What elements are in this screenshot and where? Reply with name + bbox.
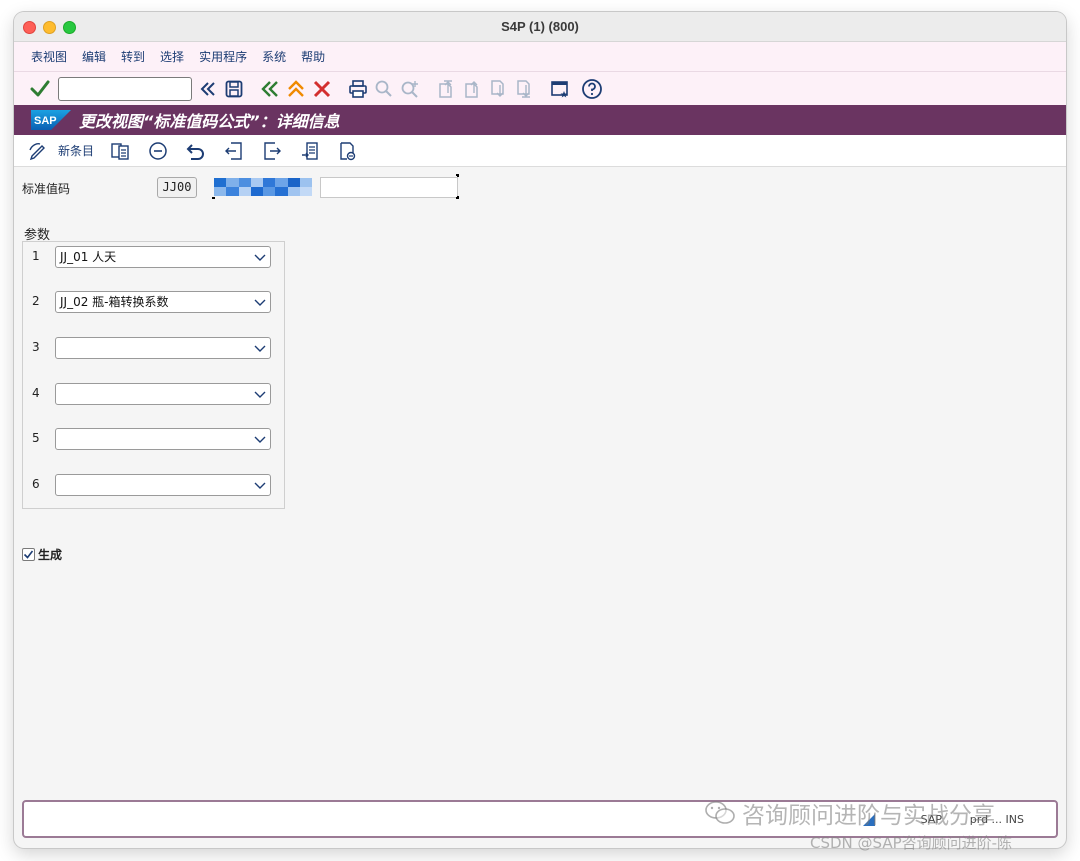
param-row: 3 [23,337,284,359]
menu-selection[interactable]: 选择 [160,48,184,65]
param-row: 6 [23,474,284,496]
help-icon[interactable] [580,77,604,101]
cancel-icon[interactable] [310,77,334,101]
param-select-2[interactable]: JJ_02 瓶-箱转换系数 [55,291,271,313]
param-value: JJ_02 瓶-箱转换系数 [60,295,169,309]
select-all-icon[interactable] [298,139,322,163]
param-row: 5 [23,428,284,450]
field-marker [212,196,215,199]
param-number: 4 [32,386,40,400]
param-select-1[interactable]: JJ_01 人天 [55,246,271,268]
screen-title-bar: SAP 更改视图“标准值码公式”：详细信息 [14,105,1066,135]
param-select-5[interactable] [55,428,271,450]
generate-label: 生成 [38,548,63,562]
svg-text:SAP: SAP [34,115,57,127]
std-value-key-field: JJ00 [157,177,197,198]
new-entries-button[interactable]: 新条目 [58,142,94,159]
checkmark-icon [23,550,34,559]
confirm-check-icon[interactable] [28,77,52,101]
window-title: S4P (1) (800) [501,19,579,34]
save-icon[interactable] [222,77,246,101]
chevron-down-icon [254,436,266,443]
generate-option: 生成 [22,546,62,563]
sap-logo: SAP [31,110,71,130]
last-page-icon [512,77,536,101]
watermark-main: 咨询顾问进阶与实战分享 [704,796,995,830]
first-page-icon [434,77,458,101]
chevron-down-icon [254,345,266,352]
application-toolbar: 新条目 [14,135,1066,167]
field-marker [456,174,459,177]
back-icon[interactable] [258,77,282,101]
param-number: 3 [32,340,40,354]
next-entry-icon[interactable] [260,139,284,163]
param-row: 4 [23,383,284,405]
generate-checkbox[interactable] [22,548,35,561]
redacted-description [214,178,312,196]
chevron-down-icon [254,391,266,398]
menu-table-view[interactable]: 表视图 [31,48,67,65]
screen-title: 更改视图“标准值码公式”：详细信息 [79,112,340,131]
params-group: 1 JJ_01 人天 2 JJ_02 瓶-箱转换系数 3 4 5 6 [22,241,285,509]
menu-system[interactable]: 系统 [262,48,286,65]
param-value: JJ_01 人天 [60,250,117,264]
sap-window: S4P (1) (800) 表视图 编辑 转到 选择 实用程序 系统 帮助 SA… [14,12,1066,848]
display-change-icon[interactable] [26,139,50,163]
create-session-icon[interactable] [548,77,572,101]
description-field[interactable] [320,177,458,198]
menu-help[interactable]: 帮助 [301,48,325,65]
std-value-key-label: 标准值码 [22,182,71,196]
title-bar: S4P (1) (800) [14,12,1066,42]
previous-page-icon [460,77,484,101]
menu-bar: 表视图 编辑 转到 选择 实用程序 系统 帮助 [14,42,1066,72]
other-entry-icon[interactable] [336,139,360,163]
menu-utilities[interactable]: 实用程序 [199,48,247,65]
param-select-3[interactable] [55,337,271,359]
param-number: 6 [32,477,40,491]
param-number: 2 [32,294,40,308]
menu-goto[interactable]: 转到 [121,48,145,65]
standard-toolbar [14,72,1066,105]
watermark-main-text: 咨询顾问进阶与实战分享 [742,803,995,829]
exit-icon[interactable] [284,77,308,101]
delete-icon[interactable] [146,139,170,163]
param-select-4[interactable] [55,383,271,405]
copy-as-icon[interactable] [108,139,132,163]
param-select-6[interactable] [55,474,271,496]
watermark-sub: CSDN @SAP咨询顾问进阶-陈 [810,834,1013,852]
find-icon [372,77,396,101]
param-number: 1 [32,249,40,263]
param-number: 5 [32,431,40,445]
chevron-down-icon [254,299,266,306]
chevron-down-icon [254,254,266,261]
field-marker [456,196,459,199]
wechat-icon [705,801,735,824]
previous-entry-icon[interactable] [222,139,246,163]
find-next-icon [398,77,422,101]
collapse-double-left-icon[interactable] [196,77,220,101]
print-icon[interactable] [346,77,370,101]
next-page-icon [486,77,510,101]
menu-edit[interactable]: 编辑 [82,48,106,65]
command-field[interactable] [58,76,192,101]
chevron-down-icon [254,482,266,489]
param-row: 2 JJ_02 瓶-箱转换系数 [23,291,284,313]
param-row: 1 JJ_01 人天 [23,246,284,268]
undo-change-icon[interactable] [184,139,208,163]
